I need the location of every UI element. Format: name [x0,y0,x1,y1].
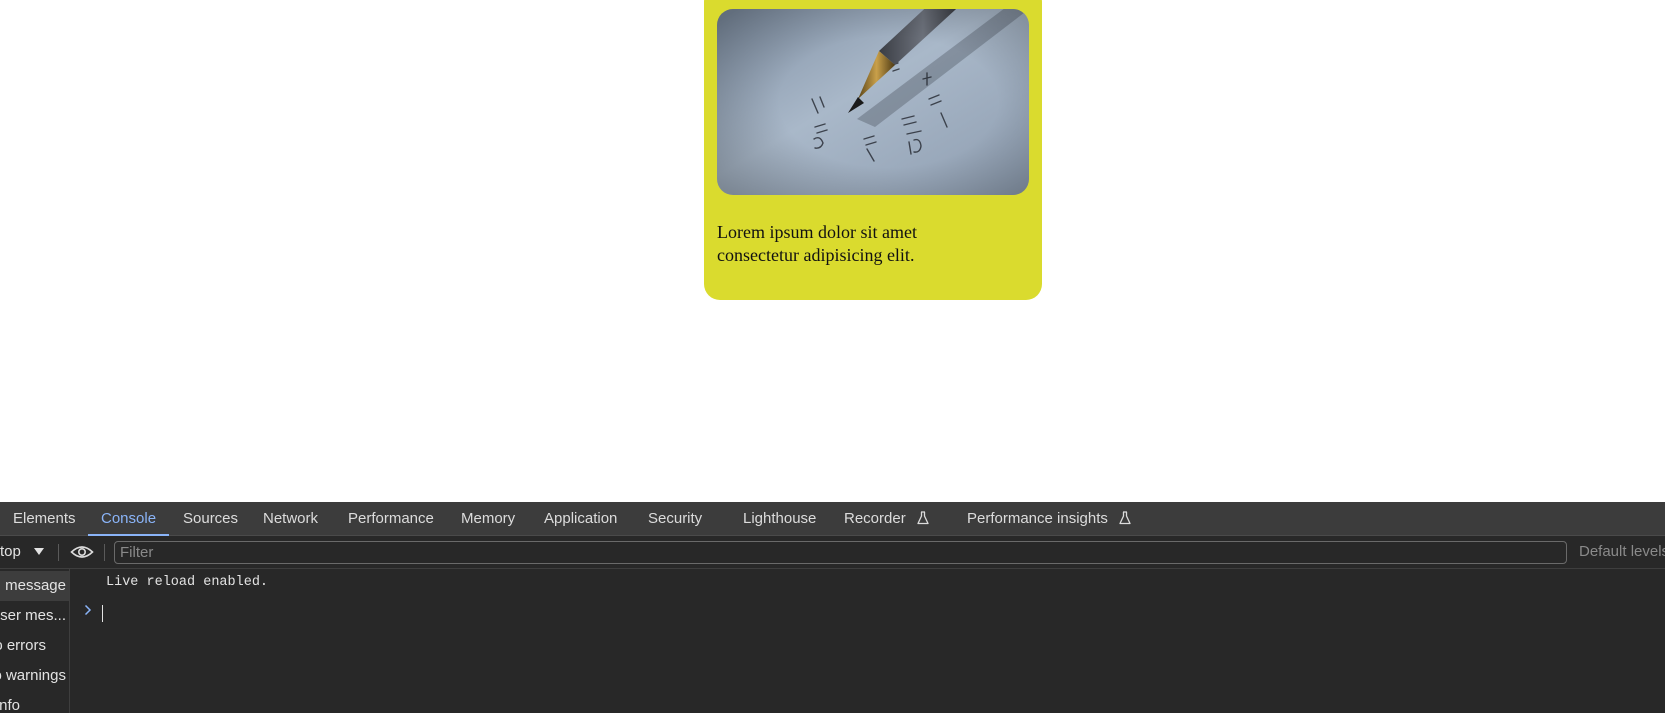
console-output[interactable]: Live reload enabled. [70,569,1665,713]
toolbar-divider [104,544,105,561]
eye-icon[interactable] [70,544,94,560]
sidebar-item-label: message [5,577,66,594]
toolbar-divider [58,544,59,561]
card-text-line-2: consectetur adipisicing elit. [717,245,915,265]
tab-lighthouse[interactable]: Lighthouse [743,502,816,536]
sidebar-item-warnings[interactable]: o warnings [0,661,69,691]
pen-equations-photo [717,9,1029,195]
card: Lorem ipsum dolor sit amet consectetur a… [704,0,1042,300]
sidebar-item-label: nfo [0,697,20,713]
tab-elements[interactable]: Elements [13,502,76,536]
page-viewport: Lorem ipsum dolor sit amet consectetur a… [0,0,1665,502]
sidebar-item-label: o errors [0,637,46,654]
tab-performance-insights[interactable]: Performance insights [967,502,1131,536]
tab-recorder[interactable]: Recorder [844,502,929,536]
tab-application[interactable]: Application [544,502,617,536]
flask-icon [1119,510,1131,524]
prompt-chevron-icon [84,604,92,616]
card-image [717,9,1029,195]
tab-performance-insights-label: Performance insights [967,510,1108,527]
filter-input[interactable] [114,541,1567,564]
console-toolbar: top Default levels [0,536,1665,569]
context-label: top [0,543,21,560]
sidebar-item-errors[interactable]: o errors [0,631,69,661]
console-prompt-caret[interactable] [102,605,103,622]
card-text-line-1: Lorem ipsum dolor sit amet [717,222,917,242]
tab-recorder-label: Recorder [844,510,906,527]
context-selector[interactable]: top [0,536,21,568]
tab-memory[interactable]: Memory [461,502,515,536]
sidebar-item-label: user mes... [0,607,66,624]
tab-network[interactable]: Network [263,502,318,536]
card-text: Lorem ipsum dolor sit amet consectetur a… [717,221,1029,267]
devtools-panel: Elements Console Sources Network Perform… [0,502,1665,713]
tab-performance[interactable]: Performance [348,502,434,536]
sidebar-item-user-messages[interactable]: user mes... [0,601,69,631]
sidebar-item-label: o warnings [0,667,66,684]
flask-icon [917,510,929,524]
sidebar-item-messages[interactable]: message [0,571,69,601]
sidebar-item-info[interactable]: nfo [0,691,69,713]
default-levels-dropdown[interactable]: Default levels [1579,536,1665,568]
console-message: Live reload enabled. [106,575,269,590]
tab-console[interactable]: Console [87,502,170,536]
devtools-tab-bar: Elements Console Sources Network Perform… [0,502,1665,536]
tab-security[interactable]: Security [648,502,702,536]
tab-sources[interactable]: Sources [183,502,238,536]
chevron-down-icon[interactable] [34,548,44,555]
console-sidebar: message user mes... o errors o warnings … [0,569,70,713]
